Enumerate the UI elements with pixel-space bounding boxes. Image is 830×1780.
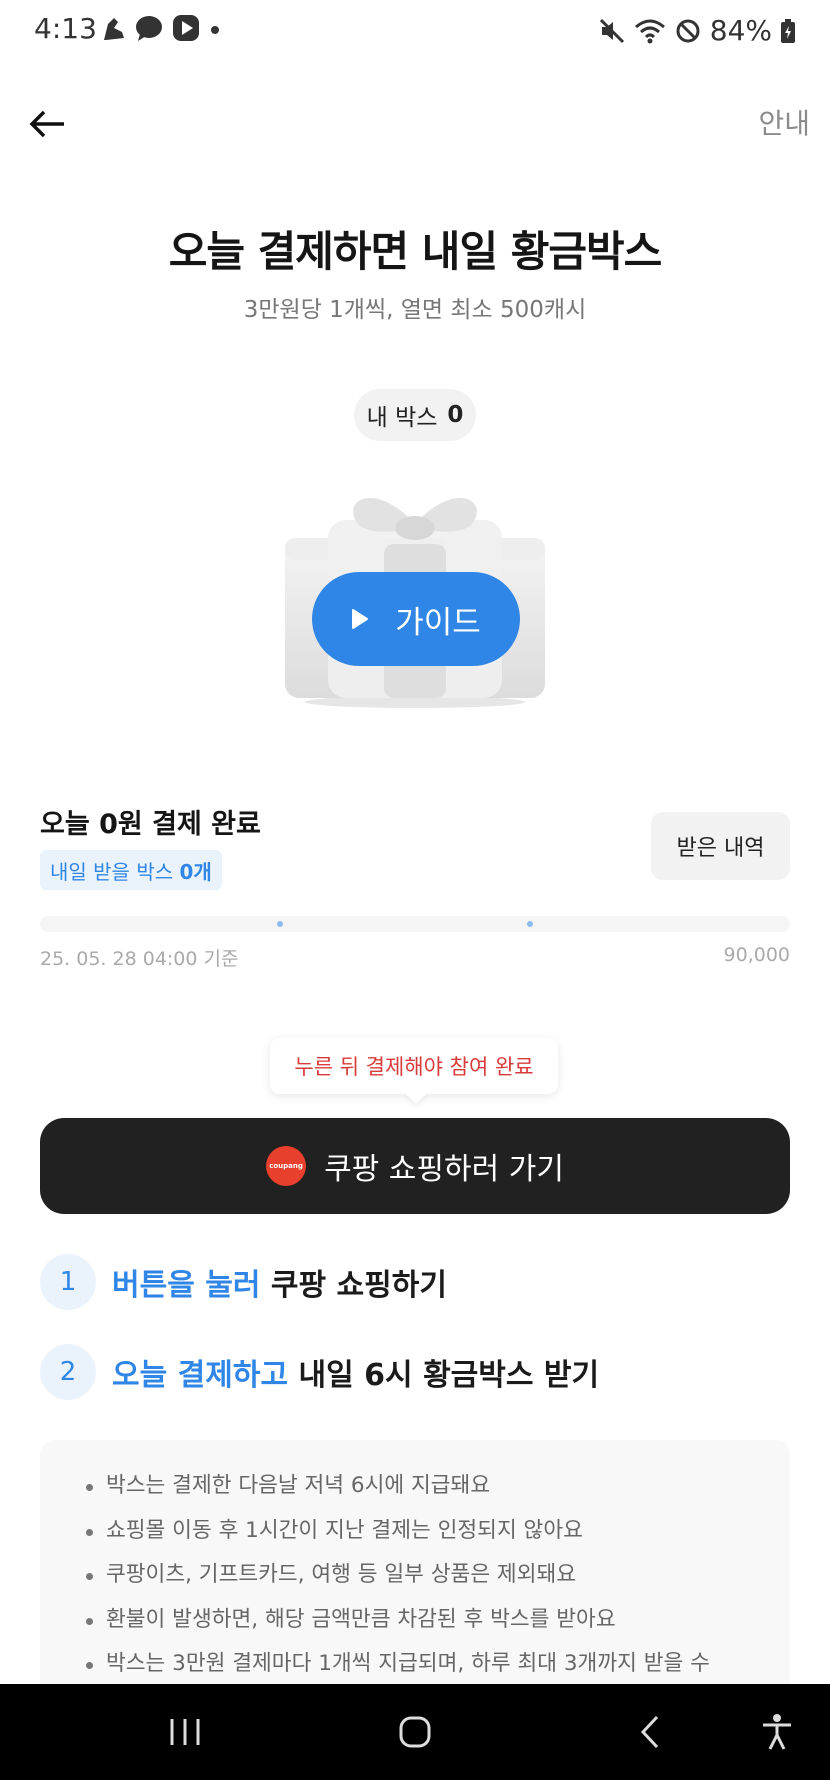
step-number: 1	[40, 1254, 96, 1310]
note-item: 박스는 결제한 다음날 저녁 6시에 지급돼요	[86, 1464, 790, 1509]
page-subtitle: 3만원당 1개씩, 열면 최소 500캐시	[243, 297, 587, 323]
play-icon	[352, 609, 369, 629]
step-number: 2	[40, 1344, 96, 1400]
status-right-icons: 84%	[598, 14, 796, 47]
step-highlight: 버튼을 눌러	[112, 1268, 261, 1303]
progress-max: 90,000	[723, 944, 790, 966]
my-box-pill: 내 박스 0	[354, 389, 476, 441]
battery-icon	[781, 18, 795, 43]
my-box-label: 내 박스	[366, 405, 438, 431]
system-nav-bar	[0, 1684, 830, 1780]
note-item: 쇼핑몰 이동 후 1시간이 지난 결제는 인정되지 않아요	[86, 1509, 790, 1554]
status-left-icons	[100, 14, 222, 42]
notes-list: 박스는 결제한 다음날 저녁 6시에 지급돼요 쇼핑몰 이동 후 1시간이 지난…	[40, 1440, 790, 1687]
step-2: 2 오늘 결제하고 내일 6시 황금박스 받기	[40, 1344, 599, 1400]
shoe-icon	[104, 18, 124, 40]
play-icon	[173, 15, 199, 41]
note-item: 박스는 3만원 결제마다 1개씩 지급되며, 하루 최대 3개까지 받을 수	[86, 1642, 790, 1687]
go-shopping-label: 쿠팡 쇼핑하러 가기	[324, 1152, 564, 1187]
progress-milestone-2	[527, 921, 533, 927]
note-item: 환불이 발생하면, 해당 금액만큼 차감된 후 박스를 받아요	[86, 1598, 790, 1643]
accessibility-icon	[763, 1714, 791, 1750]
step-text: 쿠팡 쇼핑하기	[270, 1268, 447, 1303]
battery-percent: 84%	[709, 14, 772, 47]
go-shopping-button[interactable]: coupang 쿠팡 쇼핑하러 가기	[40, 1118, 790, 1214]
notes-box: 박스는 결제한 다음날 저녁 6시에 지급돼요 쇼핑몰 이동 후 1시간이 지난…	[40, 1440, 790, 1700]
guide-button[interactable]: 가이드	[312, 572, 520, 666]
payment-progress-bar	[40, 916, 790, 932]
block-icon	[676, 19, 700, 42]
participation-tooltip: 누른 뒤 결제해야 참여 완료	[270, 1038, 558, 1094]
step-text: 내일 6시 황금박스 받기	[298, 1358, 600, 1393]
status-bar: 4:13 84%	[0, 0, 830, 62]
tooltip-arrow	[404, 1092, 428, 1104]
progress-milestone-1	[277, 921, 283, 927]
coupang-logo-text: coupang	[269, 1162, 303, 1170]
mute-icon	[599, 18, 624, 43]
history-button[interactable]: 받은 내역	[651, 812, 790, 880]
chat-icon	[136, 16, 162, 41]
my-box-count: 0	[447, 402, 464, 428]
back-icon	[640, 1715, 659, 1749]
system-back-button[interactable]	[605, 1684, 695, 1780]
back-arrow-icon[interactable]	[26, 102, 70, 146]
progress-date: 25. 05. 28 04:00 기준	[40, 948, 239, 970]
home-button[interactable]	[370, 1684, 460, 1780]
tomorrow-box-count: 0개	[179, 859, 212, 884]
step-1: 1 버튼을 눌러 쿠팡 쇼핑하기	[40, 1254, 447, 1310]
home-icon	[399, 1716, 431, 1748]
note-item: 쿠팡이츠, 기프트카드, 여행 등 일부 상품은 제외돼요	[86, 1553, 790, 1598]
status-time: 4:13	[34, 12, 97, 45]
page-title: 오늘 결제하면 내일 황금박스	[168, 227, 663, 276]
accessibility-button[interactable]	[732, 1684, 822, 1780]
recent-apps-icon	[170, 1719, 200, 1745]
coupang-logo: coupang	[266, 1146, 307, 1186]
wifi-icon	[634, 19, 665, 43]
tomorrow-box-label: 내일 받을 박스	[50, 859, 174, 884]
tomorrow-box-badge: 내일 받을 박스 0개	[40, 850, 222, 890]
guide-label: 가이드	[395, 604, 481, 641]
recent-apps-button[interactable]	[140, 1684, 230, 1780]
step-highlight: 오늘 결제하고	[112, 1358, 289, 1393]
dot-icon	[211, 26, 219, 34]
payment-status-title: 오늘 0원 결제 완료	[40, 809, 261, 840]
info-link[interactable]: 안내	[758, 102, 810, 142]
